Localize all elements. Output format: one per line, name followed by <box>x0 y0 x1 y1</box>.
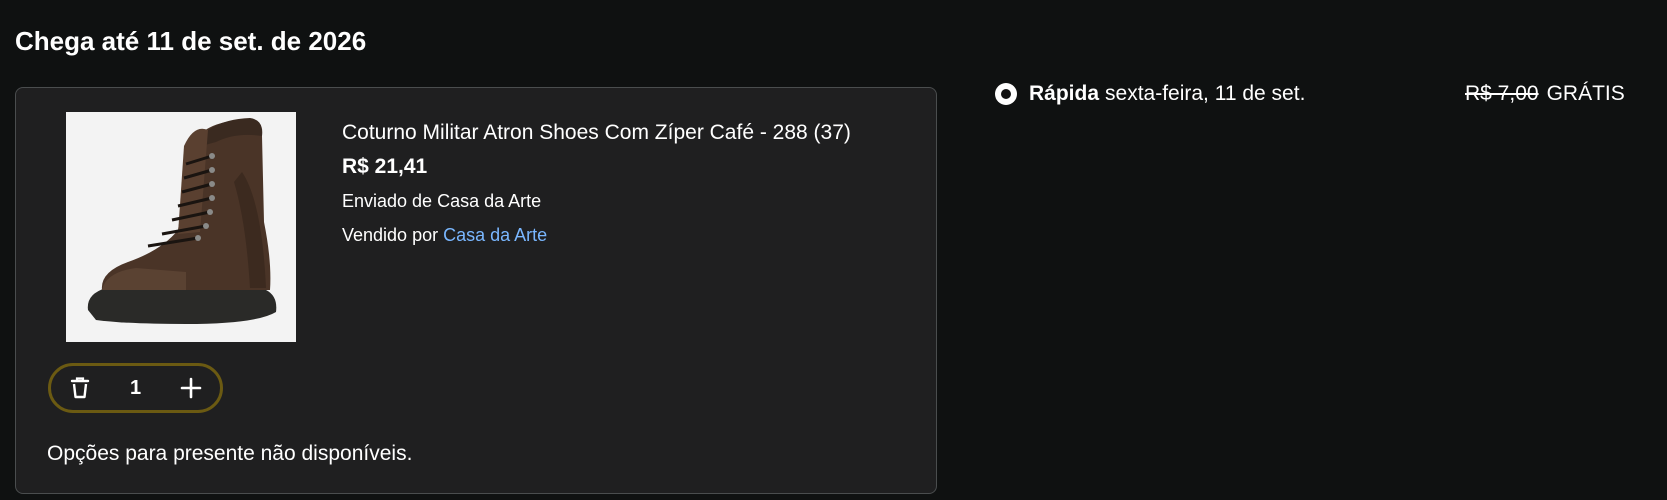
product-info: Coturno Militar Atron Shoes Com Zíper Ca… <box>342 116 902 246</box>
product-price: R$ 21,41 <box>342 155 428 178</box>
sold-by: Vendido por Casa da Arte <box>342 224 902 246</box>
increase-quantity-button[interactable] <box>178 375 204 401</box>
plus-icon <box>180 377 202 399</box>
shipped-from: Enviado de Casa da Arte <box>342 191 542 211</box>
product-image[interactable] <box>66 112 296 342</box>
cart-item-card: Coturno Militar Atron Shoes Com Zíper Ca… <box>15 87 937 494</box>
delivery-heading: Chega até 11 de set. de 2026 <box>15 26 367 56</box>
delivery-free-label: GRÁTIS <box>1546 82 1625 105</box>
quantity-value: 1 <box>129 376 142 399</box>
delivery-speed: Rápida <box>1029 82 1100 105</box>
delete-button[interactable] <box>67 375 93 401</box>
sold-by-label: Vendido por <box>342 225 444 245</box>
radio-selected-dot <box>1001 89 1011 99</box>
seller-link[interactable]: Casa da Arte <box>443 225 547 245</box>
delivery-price: R$ 7,00 GRÁTIS <box>1465 82 1625 106</box>
quantity-stepper: 1 <box>48 363 223 413</box>
product-title[interactable]: Coturno Militar Atron Shoes Com Zíper Ca… <box>342 116 902 149</box>
gift-options-note: Opções para presente não disponíveis. <box>47 442 413 465</box>
delivery-date: sexta-feira, 11 de set. <box>1105 82 1306 105</box>
delivery-radio[interactable] <box>995 83 1017 105</box>
delivery-option[interactable]: Rápida sexta-feira, 11 de set. <box>995 82 1305 106</box>
boot-image <box>66 112 296 342</box>
delivery-old-price: R$ 7,00 <box>1465 82 1539 105</box>
trash-icon <box>70 377 90 399</box>
